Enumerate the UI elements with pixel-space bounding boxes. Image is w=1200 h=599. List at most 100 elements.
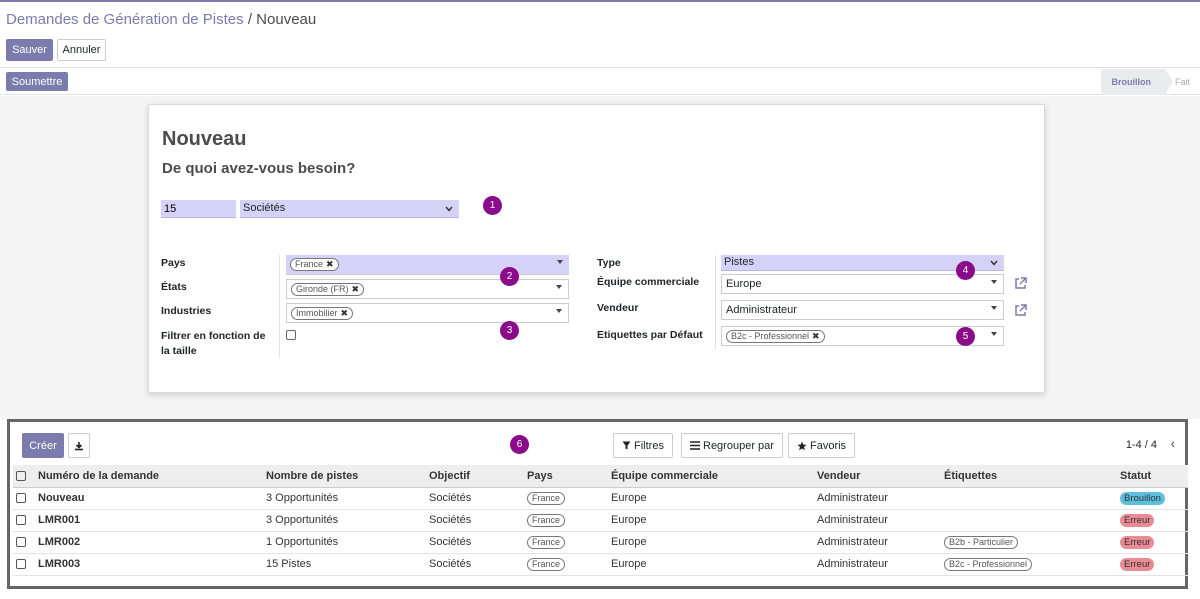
caret-down-icon[interactable] bbox=[556, 285, 562, 289]
column-header[interactable]: Statut bbox=[1117, 465, 1188, 488]
team-label: Équipe commerciale bbox=[597, 276, 700, 288]
row-checkbox[interactable] bbox=[16, 559, 26, 570]
table-row[interactable]: Nouveau 3 Opportunités Sociétés France E… bbox=[13, 487, 1188, 510]
size-filter-checkbox[interactable] bbox=[286, 330, 296, 340]
caret-down-icon[interactable] bbox=[557, 260, 563, 264]
industries-field[interactable]: Immobilier ✖ bbox=[286, 303, 569, 323]
objective: Sociétés bbox=[426, 553, 524, 576]
status-bar: Soumettre Brouillon Fait bbox=[0, 69, 1200, 95]
table-row[interactable]: LMR001 3 Opportunités Sociétés France Eu… bbox=[13, 509, 1188, 532]
stage-selector: Brouillon Fait bbox=[1101, 69, 1200, 95]
request-number: Nouveau bbox=[35, 487, 263, 510]
tag-pill: B2c - Professionnel bbox=[944, 557, 1033, 571]
requests-table: Numéro de la demande Nombre de pistes Ob… bbox=[13, 465, 1188, 576]
select-all-cell bbox=[13, 465, 35, 488]
default-tags-tag: B2c - Professionnel ✖ bbox=[726, 330, 825, 343]
download-button[interactable] bbox=[68, 433, 90, 458]
country-cell: France bbox=[524, 553, 608, 576]
create-button[interactable]: Créer bbox=[22, 433, 64, 458]
table-row[interactable]: LMR002 1 Opportunités Sociétés France Eu… bbox=[13, 531, 1188, 554]
salesperson: Administrateur bbox=[814, 531, 941, 554]
column-header[interactable]: Équipe commerciale bbox=[608, 465, 814, 488]
lead-count: 1 Opportunités bbox=[263, 531, 426, 554]
salesperson-field[interactable]: Administrateur bbox=[721, 300, 1004, 320]
select-all-checkbox[interactable] bbox=[16, 470, 26, 481]
objective-select[interactable]: Sociétés bbox=[240, 200, 459, 218]
country-pill: France bbox=[527, 557, 566, 571]
salesperson: Administrateur bbox=[814, 509, 941, 532]
status-cell: Brouillon bbox=[1117, 487, 1188, 510]
quantity-input[interactable] bbox=[161, 200, 236, 218]
cancel-button[interactable]: Annuler bbox=[57, 39, 106, 61]
remove-tag-icon[interactable]: ✖ bbox=[812, 331, 820, 341]
column-header[interactable]: Numéro de la demande bbox=[35, 465, 263, 488]
control-panel: Demandes de Génération de Pistes / Nouve… bbox=[0, 2, 1200, 68]
filters-button[interactable]: Filtres bbox=[613, 433, 673, 458]
team: Europe bbox=[608, 487, 814, 510]
column-header[interactable]: Vendeur bbox=[814, 465, 941, 488]
tags-cell bbox=[941, 509, 1117, 532]
tags-cell: B2c - Professionnel bbox=[941, 553, 1117, 576]
submit-button[interactable]: Soumettre bbox=[6, 72, 68, 91]
states-field[interactable]: Gironde (FR) ✖ bbox=[286, 279, 569, 299]
form-question: De quoi avez-vous besoin? bbox=[162, 160, 356, 177]
breadcrumb-parent-link[interactable]: Demandes de Génération de Pistes bbox=[6, 11, 244, 28]
stage-draft[interactable]: Brouillon bbox=[1101, 69, 1173, 95]
column-header[interactable]: Nombre de pistes bbox=[263, 465, 426, 488]
callout-4: 4 bbox=[956, 261, 975, 280]
breadcrumb: Demandes de Génération de Pistes / Nouve… bbox=[6, 11, 316, 28]
chevron-down-icon bbox=[445, 206, 453, 212]
tags-cell: B2b - Particulier bbox=[941, 531, 1117, 554]
external-link-icon[interactable] bbox=[1013, 276, 1028, 291]
right-separator bbox=[715, 255, 716, 350]
row-checkbox[interactable] bbox=[16, 493, 26, 504]
status-cell: Erreur bbox=[1117, 509, 1188, 532]
filters-label: Filtres bbox=[634, 439, 664, 452]
team: Europe bbox=[608, 531, 814, 554]
request-number: LMR001 bbox=[35, 509, 263, 532]
caret-down-icon[interactable] bbox=[556, 309, 562, 313]
column-header[interactable]: Étiquettes bbox=[941, 465, 1117, 488]
remove-tag-icon[interactable]: ✖ bbox=[341, 308, 349, 318]
salesperson: Administrateur bbox=[814, 487, 941, 510]
list-icon bbox=[690, 441, 700, 450]
country-cell: France bbox=[524, 509, 608, 532]
form-sheet: Nouveau De quoi avez-vous besoin? Sociét… bbox=[148, 104, 1045, 393]
objective: Sociétés bbox=[426, 531, 524, 554]
star-icon bbox=[797, 441, 807, 450]
column-header[interactable]: Pays bbox=[524, 465, 608, 488]
save-button[interactable]: Sauver bbox=[6, 39, 53, 61]
remove-tag-icon[interactable]: ✖ bbox=[326, 259, 334, 269]
caret-down-icon[interactable] bbox=[991, 306, 997, 310]
table-row[interactable]: LMR003 15 Pistes Sociétés France Europe … bbox=[13, 553, 1188, 576]
chevron-left-icon[interactable]: ‹ bbox=[1171, 436, 1175, 451]
breadcrumb-separator: / bbox=[243, 11, 257, 28]
filter-icon bbox=[622, 441, 631, 450]
pager-value[interactable]: 1-4 / 4 bbox=[1126, 439, 1157, 451]
favorites-button[interactable]: Favoris bbox=[788, 433, 856, 458]
type-value: Pistes bbox=[724, 256, 754, 268]
status-badge: Erreur bbox=[1120, 513, 1155, 527]
team: Europe bbox=[608, 509, 814, 532]
salesperson-label: Vendeur bbox=[597, 302, 639, 314]
record-title: Nouveau bbox=[162, 128, 247, 150]
team: Europe bbox=[608, 553, 814, 576]
states-tag-label: Gironde (FR) bbox=[296, 284, 349, 294]
countries-field[interactable]: France ✖ bbox=[286, 255, 569, 275]
favorites-label: Favoris bbox=[810, 439, 847, 452]
stage-done[interactable]: Fait bbox=[1165, 69, 1200, 95]
remove-tag-icon[interactable]: ✖ bbox=[352, 284, 360, 294]
objective: Sociétés bbox=[426, 509, 524, 532]
row-checkbox[interactable] bbox=[16, 537, 26, 548]
row-checkbox[interactable] bbox=[16, 515, 26, 526]
team-value: Europe bbox=[726, 278, 762, 290]
country-cell: France bbox=[524, 531, 608, 554]
salesperson: Administrateur bbox=[814, 553, 941, 576]
industries-tag-label: Immobilier bbox=[296, 308, 338, 318]
caret-down-icon[interactable] bbox=[991, 332, 997, 336]
external-link-icon[interactable] bbox=[1013, 303, 1028, 318]
countries-tag-label: France bbox=[295, 259, 324, 269]
caret-down-icon[interactable] bbox=[991, 280, 997, 284]
group-by-button[interactable]: Regrouper par bbox=[681, 433, 783, 458]
column-header[interactable]: Objectif bbox=[426, 465, 524, 488]
